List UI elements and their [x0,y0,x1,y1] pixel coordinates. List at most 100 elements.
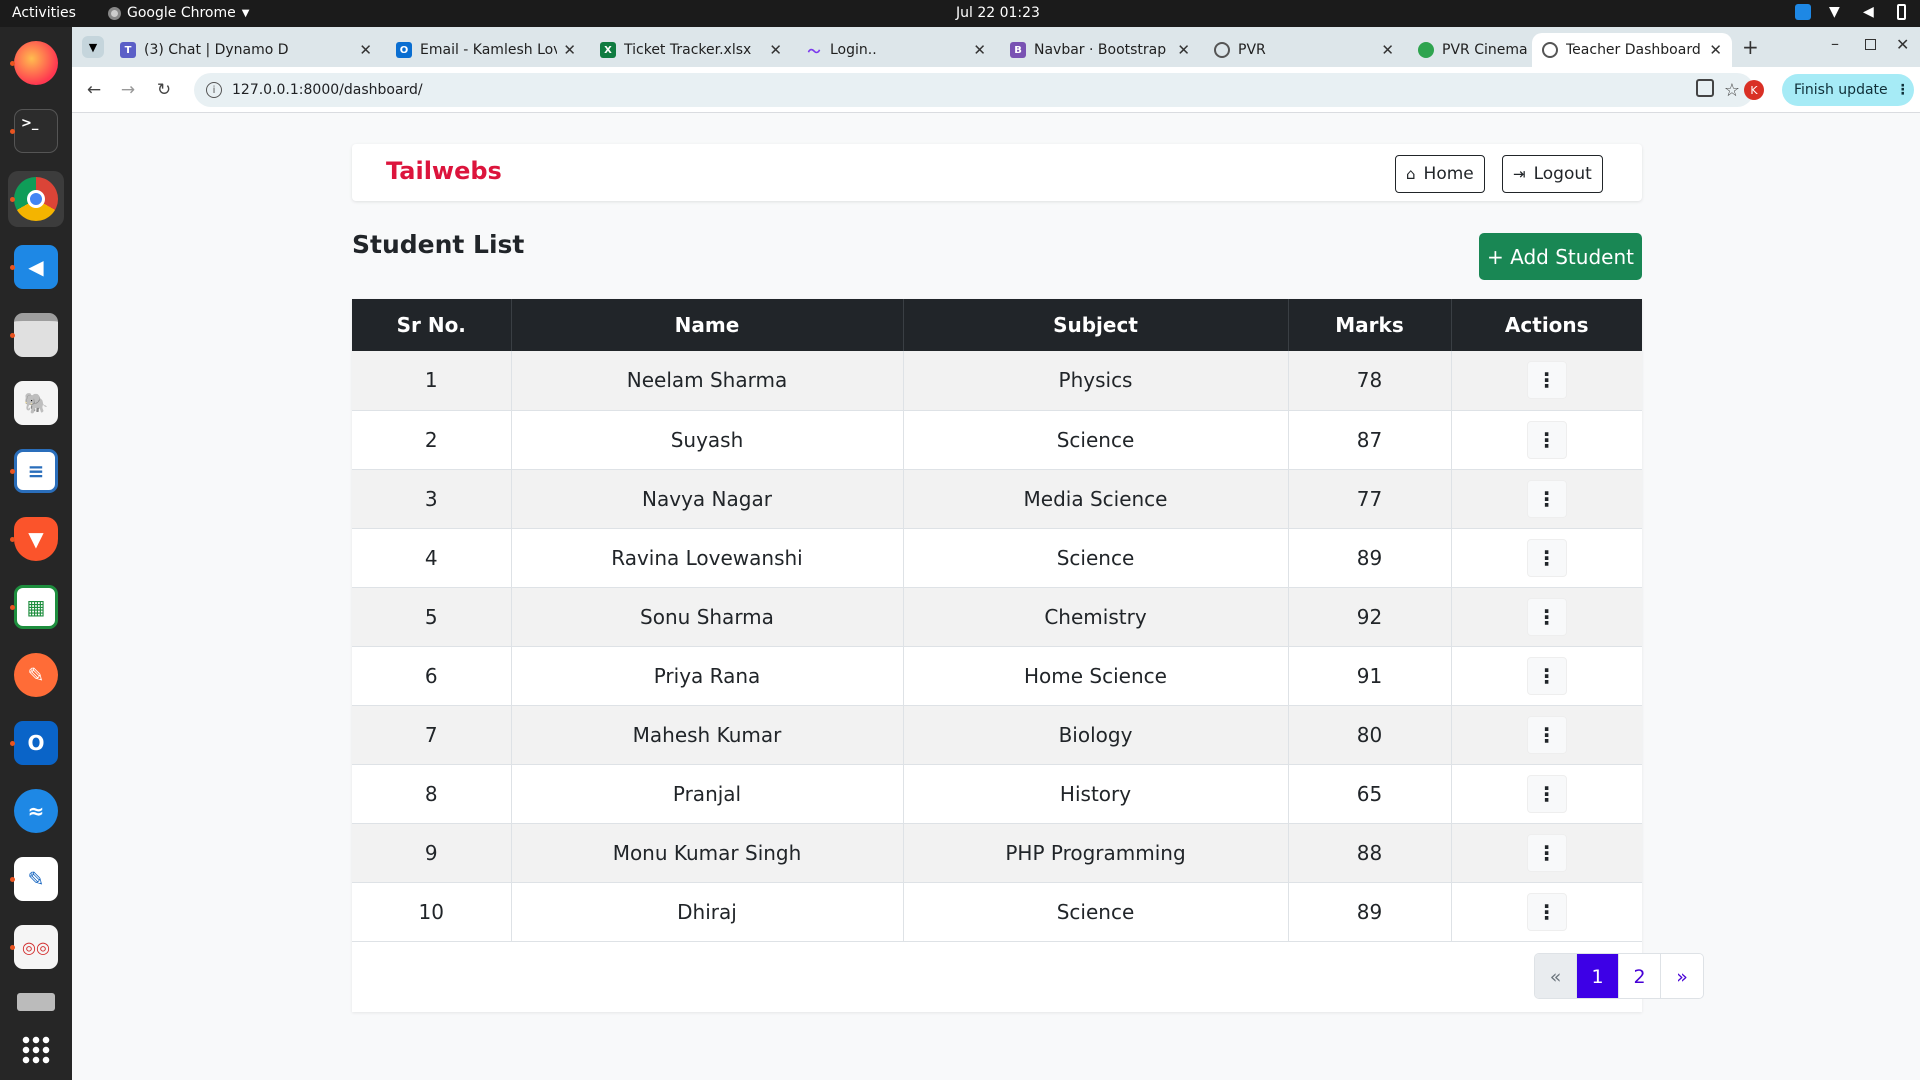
cell-marks: 65 [1288,764,1452,824]
running-indicator [10,877,15,882]
row-actions-menu-icon[interactable]: ⋮ [1526,597,1567,636]
cell-actions: ⋮ [1451,764,1642,824]
pagination-page-1[interactable]: 1 [1577,954,1619,998]
table-row: 6 Priya Rana Home Science 91 ⋮ [352,646,1642,706]
url-text[interactable]: 127.0.0.1:8000/dashboard/ [232,82,423,98]
dock-calc[interactable]: ▦ [8,579,64,635]
back-icon[interactable]: ← [82,78,106,102]
row-actions-menu-icon[interactable]: ⋮ [1526,892,1567,931]
pgadmin-icon: 🐘 [14,381,58,425]
header-name: Name [511,299,904,351]
extensions-icon[interactable] [1696,79,1714,97]
table-row: 10 Dhiraj Science 89 ⋮ [352,882,1642,942]
cell-name: Mahesh Kumar [511,705,904,765]
tab-chat-dynamo[interactable]: T (3) Chat | Dynamo D ✕ [110,33,382,67]
dock-document-viewer[interactable]: ◎◎ [8,919,64,975]
cell-subject: PHP Programming [903,823,1289,883]
home-icon: ⌂ [1406,165,1416,183]
profile-avatar[interactable]: K [1744,80,1764,100]
row-actions-menu-icon[interactable]: ⋮ [1526,656,1567,695]
row-actions-menu-icon[interactable]: ⋮ [1526,774,1567,813]
dock-postman[interactable]: ✎ [8,647,64,703]
dock-firefox[interactable] [8,35,64,91]
row-actions-menu-icon[interactable]: ⋮ [1526,715,1567,754]
cell-subject: Physics [903,351,1289,411]
activities-button[interactable]: Activities [12,5,76,21]
reload-icon[interactable]: ↻ [152,78,176,102]
dock-chrome[interactable] [8,171,64,227]
row-actions-menu-icon[interactable]: ⋮ [1526,538,1567,577]
cell-subject: Home Science [903,646,1289,706]
running-indicator [10,741,15,746]
pagination-prev[interactable]: « [1535,954,1577,998]
dock-text-editor[interactable]: ✎ [8,851,64,907]
close-tab-icon[interactable]: ✕ [973,41,986,59]
cell-name: Neelam Sharma [511,351,904,411]
tab-login[interactable]: 〜 Login.. ✕ [796,33,996,67]
close-tab-icon[interactable]: ✕ [769,41,782,59]
new-tab-icon[interactable]: + [1742,35,1759,59]
usb-drive-icon [17,993,55,1011]
cell-marks: 78 [1288,351,1452,411]
browser-toolbar: ← → ↻ i 127.0.0.1:8000/dashboard/ ☆ K Fi… [72,67,1920,113]
row-actions-menu-icon[interactable]: ⋮ [1526,479,1567,518]
app-indicator-icon[interactable] [1795,4,1811,20]
dock-files[interactable] [8,307,64,363]
login-favicon-icon: 〜 [807,44,821,60]
chrome-window: ▼ T (3) Chat | Dynamo D ✕ O Email - Kaml… [72,27,1920,1080]
tab-navbar-bootstrap[interactable]: B Navbar · Bootstrap ✕ [1000,33,1200,67]
dock-writer[interactable]: ≡ [8,443,64,499]
close-tab-icon[interactable]: ✕ [359,41,372,59]
tab-ticket-tracker[interactable]: X Ticket Tracker.xlsx ✕ [590,33,792,67]
row-actions-menu-icon[interactable]: ⋮ [1526,833,1567,872]
system-tray[interactable]: ▼ ◀ [1795,4,1906,20]
dock-usb-drive[interactable] [8,987,64,1017]
dock-outlook[interactable]: O [8,715,64,771]
running-indicator [10,333,15,338]
cell-name: Priya Rana [511,646,904,706]
address-bar[interactable]: i 127.0.0.1:8000/dashboard/ ☆ [194,73,1754,107]
pagination-next[interactable]: » [1661,954,1703,998]
minimize-icon[interactable]: – [1831,34,1839,53]
cell-actions: ⋮ [1451,882,1642,942]
battery-icon[interactable] [1897,4,1906,20]
volume-icon[interactable]: ◀ [1863,4,1879,20]
forward-icon[interactable]: → [116,78,140,102]
logout-button[interactable]: ⇥ Logout [1502,155,1603,193]
close-tab-icon[interactable]: ✕ [1381,41,1394,59]
clock[interactable]: Jul 22 01:23 [956,5,1040,21]
dock-terminal[interactable]: >_ [8,103,64,159]
outlook-icon: O [14,721,58,765]
dock-vscode[interactable]: ◀ [8,239,64,295]
brand-logo[interactable]: Tailwebs [386,157,502,185]
close-window-icon[interactable]: ✕ [1896,35,1909,54]
tab-pvr[interactable]: PVR ✕ [1204,33,1404,67]
cell-sr: 5 [352,587,512,647]
tab-teacher-dashboard[interactable]: Teacher Dashboard ✕ [1532,33,1732,67]
excel-icon: X [600,42,616,58]
dock-brave[interactable]: ▼ [8,511,64,567]
site-info-icon[interactable]: i [206,82,222,98]
app-menu[interactable]: Google Chrome ▼ [108,5,249,21]
table-row: 8 Pranjal History 65 ⋮ [352,764,1642,824]
firefox-icon [14,41,58,85]
restore-icon[interactable] [1865,39,1876,50]
wifi-icon[interactable]: ▼ [1829,4,1845,20]
finish-update-button[interactable]: Finish update ⋮ [1782,74,1914,106]
dock-app-grid[interactable] [8,1022,64,1078]
pagination-page-2[interactable]: 2 [1619,954,1661,998]
home-button[interactable]: ⌂ Home [1395,155,1485,193]
bookmark-star-icon[interactable]: ☆ [1724,80,1740,101]
close-tab-icon[interactable]: ✕ [1709,41,1722,59]
add-student-button[interactable]: + Add Student [1479,233,1642,280]
close-tab-icon[interactable]: ✕ [563,41,576,59]
header-actions: Actions [1504,313,1589,337]
row-actions-menu-icon[interactable]: ⋮ [1526,420,1567,459]
close-tab-icon[interactable]: ✕ [1177,41,1190,59]
dock-zoho[interactable]: ≈ [8,783,64,839]
tab-search-button[interactable]: ▼ [82,36,104,58]
row-actions-menu-icon[interactable]: ⋮ [1526,361,1567,400]
table-row: 7 Mahesh Kumar Biology 80 ⋮ [352,705,1642,765]
tab-email[interactable]: O Email - Kamlesh Lov ✕ [386,33,586,67]
dock-pgadmin[interactable]: 🐘 [8,375,64,431]
